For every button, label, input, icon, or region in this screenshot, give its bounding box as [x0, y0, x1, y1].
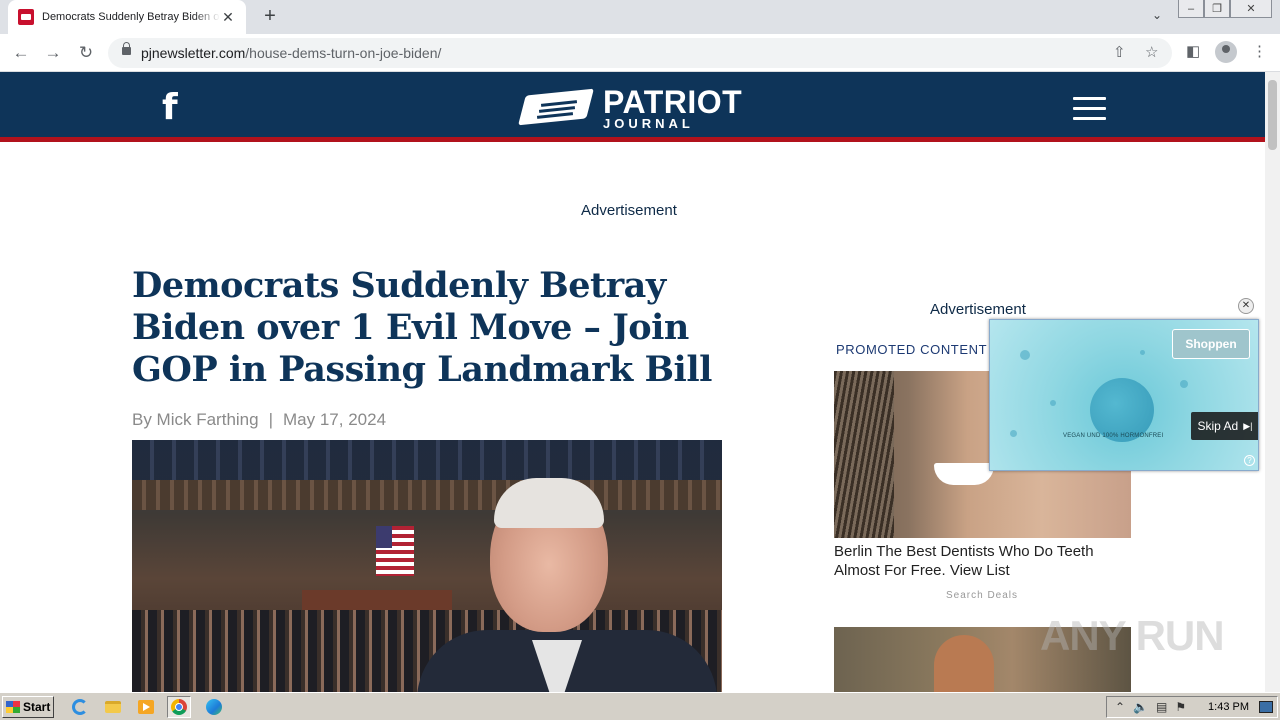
close-window-button[interactable]: ✕: [1230, 0, 1272, 18]
back-arrow-icon[interactable]: ←: [9, 41, 33, 65]
forward-arrow-icon[interactable]: →: [41, 41, 65, 65]
side-panel-icon[interactable]: ◧: [1186, 42, 1200, 60]
tab-title: Democrats Suddenly Betray Biden over 1 E…: [42, 11, 220, 23]
internet-explorer-icon[interactable]: [68, 696, 92, 718]
video-ad-close-icon[interactable]: ✕: [1238, 298, 1254, 314]
new-tab-button[interactable]: +: [258, 4, 282, 28]
site-logo[interactable]: PATRIOT JOURNAL: [518, 84, 743, 130]
tab-search-chevron-icon[interactable]: ⌄: [1152, 8, 1162, 22]
publish-date: May 17, 2024: [283, 410, 387, 429]
url-path: /house-dems-turn-on-joe-biden/: [245, 45, 442, 61]
article-headline: Democrats Suddenly Betray Biden over 1 E…: [132, 265, 712, 390]
browser-tab-strip: Democrats Suddenly Betray Biden over 1 E…: [0, 0, 1280, 34]
browser-toolbar: ← → ↻ pjnewsletter.com/house-dems-turn-o…: [0, 34, 1280, 72]
profile-avatar-icon[interactable]: [1215, 41, 1237, 63]
promoted-card-source: Search Deals: [946, 590, 1019, 601]
system-tray: ⌃ 🔈 ▤ ⚑ 1:43 PM: [1106, 696, 1278, 718]
action-center-flag-icon[interactable]: ⚑: [1175, 700, 1186, 714]
lock-icon[interactable]: [122, 42, 131, 55]
show-desktop-icon[interactable]: [1259, 701, 1273, 713]
site-favicon-icon: [18, 9, 34, 25]
newspaper-logo-icon: [518, 86, 595, 130]
window-controls: – ❐ ✕: [1178, 0, 1272, 18]
windows-taskbar: Start ⌃ 🔈 ▤ ⚑ 1:43 PM: [0, 692, 1280, 720]
tray-expand-icon[interactable]: ⌃: [1115, 700, 1125, 714]
byline-separator: |: [268, 410, 274, 429]
chrome-taskbar-icon[interactable]: [167, 696, 191, 718]
windows-logo-icon: [6, 701, 20, 713]
video-ad-caption: VEGAN UND 100% HORMONFREI: [1063, 433, 1164, 439]
media-player-icon[interactable]: [134, 696, 158, 718]
page-scrollbar[interactable]: [1265, 72, 1280, 692]
skip-ad-label: Skip Ad: [1197, 419, 1239, 433]
author-link[interactable]: By Mick Farthing: [132, 410, 259, 429]
restore-button[interactable]: ❐: [1204, 0, 1230, 18]
minimize-button[interactable]: –: [1178, 0, 1204, 18]
scrollbar-thumb[interactable]: [1268, 80, 1277, 150]
promoted-card-title[interactable]: Berlin The Best Dentists Who Do Teeth Al…: [834, 542, 1134, 580]
url-text[interactable]: pjnewsletter.com/house-dems-turn-on-joe-…: [141, 45, 441, 61]
network-icon[interactable]: ▤: [1156, 700, 1167, 714]
share-icon[interactable]: ⇧: [1113, 43, 1126, 61]
promoted-content-label: PROMOTED CONTENT: [836, 342, 988, 357]
tab-close-icon[interactable]: ✕: [220, 9, 236, 26]
start-button[interactable]: Start: [2, 696, 54, 718]
file-explorer-icon[interactable]: [101, 696, 125, 718]
hamburger-menu-icon[interactable]: [1073, 97, 1106, 127]
start-label: Start: [23, 700, 51, 714]
floating-video-ad[interactable]: Shoppen VEGAN UND 100% HORMONFREI Skip A…: [989, 319, 1259, 471]
taskbar-clock[interactable]: 1:43 PM: [1208, 701, 1249, 713]
shoppen-button[interactable]: Shoppen: [1172, 329, 1250, 359]
url-domain: pjnewsletter.com: [141, 45, 246, 61]
site-header: f PATRIOT JOURNAL: [0, 72, 1265, 142]
logo-wordmark: PATRIOT: [603, 84, 743, 120]
volume-icon[interactable]: 🔈: [1133, 700, 1148, 714]
skip-ad-button[interactable]: Skip Ad ▶|: [1191, 412, 1258, 440]
top-ad-label: Advertisement: [581, 202, 677, 219]
ad-info-icon[interactable]: ?: [1244, 455, 1255, 466]
anyrun-watermark: ANY RUN: [1040, 612, 1225, 659]
article-byline: By Mick Farthing | May 17, 2024: [132, 410, 386, 430]
facebook-icon[interactable]: f: [162, 90, 178, 126]
address-bar[interactable]: pjnewsletter.com/house-dems-turn-on-joe-…: [108, 38, 1172, 68]
bookmark-star-icon[interactable]: ☆: [1145, 43, 1158, 61]
article-hero-image: [132, 440, 722, 692]
skip-icon: ▶|: [1243, 420, 1253, 431]
chrome-menu-icon[interactable]: ⋮: [1252, 42, 1267, 60]
sidebar-ad-label: Advertisement: [930, 301, 1026, 318]
reload-icon[interactable]: ↻: [74, 41, 98, 65]
edge-icon[interactable]: [202, 696, 226, 718]
browser-tab[interactable]: Democrats Suddenly Betray Biden over 1 E…: [8, 0, 246, 34]
